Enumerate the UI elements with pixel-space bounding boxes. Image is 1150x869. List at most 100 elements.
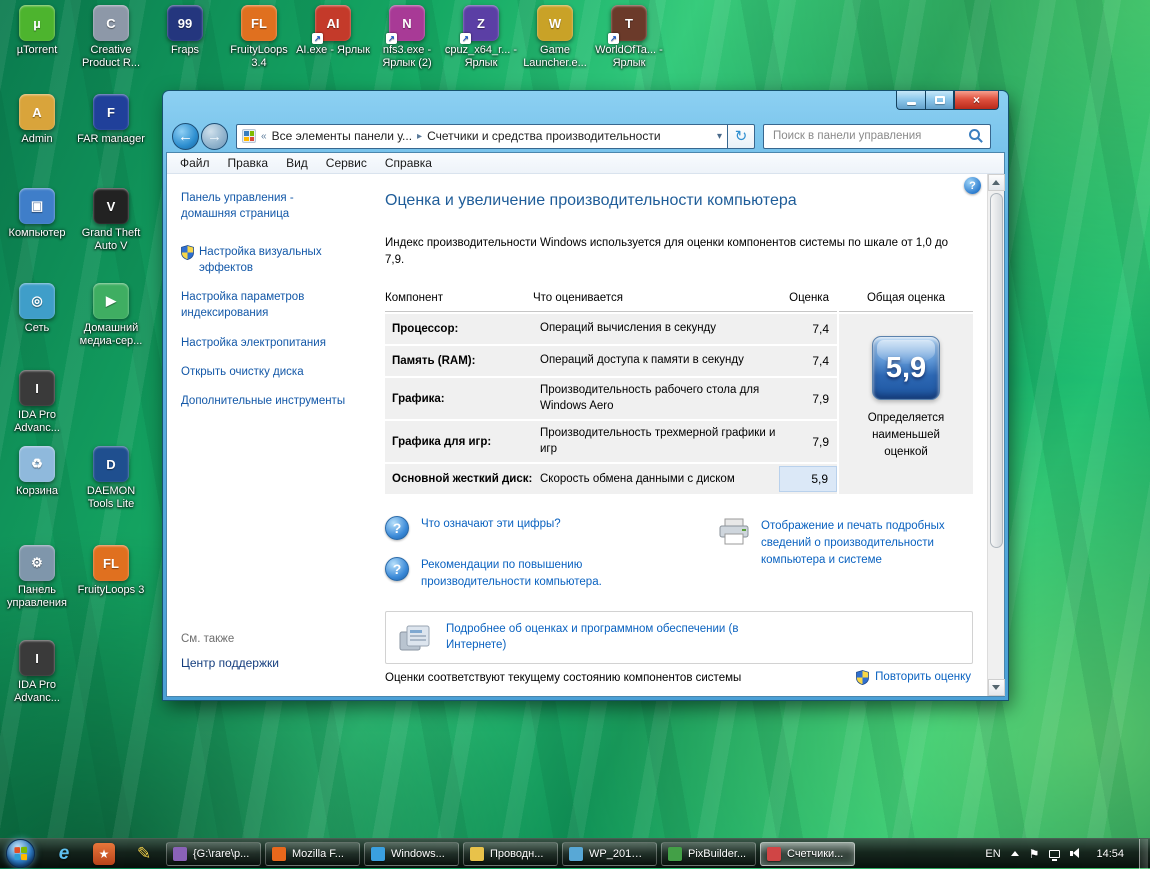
- link-print-details[interactable]: Отображение и печать подробных сведений …: [761, 518, 967, 568]
- quick-launch-ie[interactable]: e: [49, 841, 79, 867]
- link-online-info[interactable]: Подробнее об оценках и программном обесп…: [446, 621, 746, 654]
- search-icon[interactable]: [969, 129, 983, 143]
- taskbar-button-performance[interactable]: Счетчики...: [760, 841, 855, 866]
- photo-icon: [569, 846, 583, 861]
- scrollbar[interactable]: [987, 174, 1005, 696]
- sidebar-item-home[interactable]: Панель управления - домашняя страница: [181, 190, 333, 222]
- desktop-icon-game-launcher[interactable]: W Game Launcher.e...: [518, 5, 592, 70]
- question-icon[interactable]: ?: [385, 557, 409, 582]
- desktop-icon-daemon-tools[interactable]: D DAEMON Tools Lite: [74, 446, 148, 511]
- start-button[interactable]: [6, 839, 35, 868]
- fraps-icon: 99: [167, 5, 203, 41]
- link-performance-tips[interactable]: Рекомендации по повышению производительн…: [421, 557, 633, 590]
- volume-tray-icon[interactable]: [1070, 848, 1081, 859]
- desktop-icon-computer[interactable]: ▣ Компьютер: [0, 188, 74, 240]
- window-app-icon: [371, 846, 385, 861]
- taskbar-button-windows[interactable]: Windows...: [364, 841, 459, 866]
- see-also-header: См. также: [181, 633, 235, 645]
- clock[interactable]: 14:54: [1096, 848, 1124, 860]
- taskbar-button-rar[interactable]: {G:\rare\p...: [166, 841, 261, 866]
- back-button[interactable]: ←: [172, 122, 199, 150]
- media-server-icon: ▶: [93, 283, 129, 319]
- footer-status-text: Оценки соответствуют текущему состоянию …: [385, 671, 742, 684]
- desktop-icon-worldoftanks[interactable]: T ↗ WorldOfTa... - Ярлык: [592, 5, 666, 70]
- desktop-icon-fruityloops34[interactable]: FL FruityLoops 3.4: [222, 5, 296, 70]
- address-bar[interactable]: « Все элементы панели у... ▸ Счетчики и …: [236, 123, 728, 149]
- desktop-icon-ida-pro-2[interactable]: I IDA Pro Advanc...: [0, 640, 74, 705]
- sidebar-item-power-settings[interactable]: Настройка электропитания: [181, 335, 349, 351]
- desktop-icon-label: FruityLoops 3.4: [230, 44, 288, 70]
- sidebar-item-disk-cleanup[interactable]: Открыть очистку диска: [181, 364, 349, 380]
- network-tray-icon[interactable]: [1049, 849, 1061, 861]
- desktop-icon-admin[interactable]: A Admin: [0, 94, 74, 146]
- taskbar-button-pixbuilder[interactable]: PixBuilder...: [661, 841, 756, 866]
- scrollbar-thumb[interactable]: [989, 193, 1003, 548]
- breadcrumb-chevrons[interactable]: «: [261, 131, 267, 142]
- quick-launch-editor[interactable]: ✎: [129, 841, 159, 867]
- forward-button[interactable]: →: [201, 122, 228, 150]
- desktop-icon-utorrent[interactable]: µ µTorrent: [0, 5, 74, 57]
- taskbar-button-firefox[interactable]: Mozilla F...: [265, 841, 360, 866]
- search-input[interactable]: [771, 129, 969, 143]
- desktop-icon-ai-exe[interactable]: AI ↗ AI.exe - Ярлык: [296, 5, 370, 57]
- refresh-button[interactable]: ↻: [728, 123, 755, 149]
- window-titlebar[interactable]: ×: [163, 91, 1008, 119]
- link-what-numbers-mean[interactable]: Что означают эти цифры?: [421, 516, 561, 533]
- taskbar: e ★ ✎ {G:\rare\p... Mozilla F... Windows…: [0, 838, 1150, 869]
- desktop-icon-label: Сеть: [24, 322, 50, 334]
- shortcut-arrow-icon: ↗: [386, 33, 397, 44]
- rerun-assessment-link[interactable]: Повторить оценку: [856, 669, 971, 686]
- desktop-icon-far-manager[interactable]: F FAR manager: [74, 94, 148, 146]
- maximize-button[interactable]: [925, 91, 954, 110]
- close-button[interactable]: ×: [954, 91, 999, 110]
- desktop-icon-cpuz[interactable]: Z ↗ cpuz_x64_r... - Ярлык: [444, 5, 518, 70]
- desktop-icon-media-server[interactable]: ▶ Домашний медиа-сер...: [74, 283, 148, 348]
- help-button[interactable]: ?: [964, 177, 981, 194]
- desktop-icon-label: AI.exe - Ярлык: [296, 44, 370, 56]
- breadcrumb-performance[interactable]: Счетчики и средства производительности: [427, 129, 660, 143]
- desktop-icon-ida-pro-1[interactable]: I IDA Pro Advanc...: [0, 370, 74, 435]
- column-header-component: Компонент: [385, 292, 443, 305]
- taskbar-button-explorer[interactable]: Проводн...: [463, 841, 558, 866]
- hidden-icons-chevron-icon[interactable]: [1010, 851, 1019, 856]
- scroll-up-button[interactable]: [987, 174, 1005, 191]
- desktop-icon-gta-v[interactable]: V Grand Theft Auto V: [74, 188, 148, 253]
- desktop-icon-label: Компьютер: [8, 227, 66, 239]
- address-dropdown-icon[interactable]: ▾: [717, 131, 722, 142]
- taskbar-button-photo[interactable]: WP_20151...: [562, 841, 657, 866]
- action-center-flag-icon[interactable]: ⚑: [1029, 847, 1040, 861]
- desktop-icon-nfs3[interactable]: N ↗ nfs3.exe - Ярлык (2): [370, 5, 444, 70]
- forward-arrow-icon: →: [207, 127, 222, 145]
- ida-pro-icon: I: [19, 370, 55, 406]
- sidebar-item-visual-effects[interactable]: Настройка визуальных эффектов: [181, 244, 349, 276]
- menu-tools[interactable]: Сервис: [317, 154, 376, 172]
- control-panel-window: × ← → « Все элементы панели у... ▸ Счетч…: [163, 91, 1008, 700]
- printer-icon: [719, 518, 749, 545]
- sidebar-item-advanced-tools[interactable]: Дополнительные инструменты: [181, 393, 349, 409]
- desktop-icon-network[interactable]: ◎ Сеть: [0, 283, 74, 335]
- sidebar-item-indexing-options[interactable]: Настройка параметров индексирования: [181, 289, 349, 321]
- menu-file[interactable]: Файл: [171, 154, 219, 172]
- show-desktop-button[interactable]: [1139, 838, 1148, 869]
- close-icon: ×: [972, 93, 980, 107]
- menu-view[interactable]: Вид: [277, 154, 317, 172]
- quick-launch-app[interactable]: ★: [89, 841, 119, 867]
- utorrent-icon: µ: [19, 5, 55, 41]
- menu-edit[interactable]: Правка: [219, 154, 278, 172]
- language-indicator[interactable]: EN: [985, 848, 1000, 860]
- column-header-base-score: Общая оценка: [839, 289, 973, 313]
- desktop-icon-fraps[interactable]: 99 Fraps: [148, 5, 222, 57]
- sidebar-item-action-center[interactable]: Центр поддержки: [181, 656, 355, 670]
- desktop-icon-control-panel[interactable]: ⚙ Панель управления: [0, 545, 74, 610]
- desktop-icon-recycle-bin[interactable]: ♻ Корзина: [0, 446, 74, 498]
- question-icon[interactable]: ?: [385, 516, 409, 541]
- menu-help[interactable]: Справка: [376, 154, 441, 172]
- back-arrow-icon: ←: [178, 127, 193, 145]
- desktop-icon-creative[interactable]: C Creative Product R...: [74, 5, 148, 70]
- desktop-icon-fruityloops3[interactable]: FL FruityLoops 3: [74, 545, 148, 597]
- minimize-button[interactable]: [896, 91, 925, 110]
- scroll-down-button[interactable]: [987, 679, 1005, 696]
- breadcrumb-all-items[interactable]: Все элементы панели у...: [272, 129, 412, 143]
- table-row-cpu: Процессор: Операций вычисления в секунду…: [385, 314, 837, 345]
- search-box[interactable]: [763, 123, 991, 149]
